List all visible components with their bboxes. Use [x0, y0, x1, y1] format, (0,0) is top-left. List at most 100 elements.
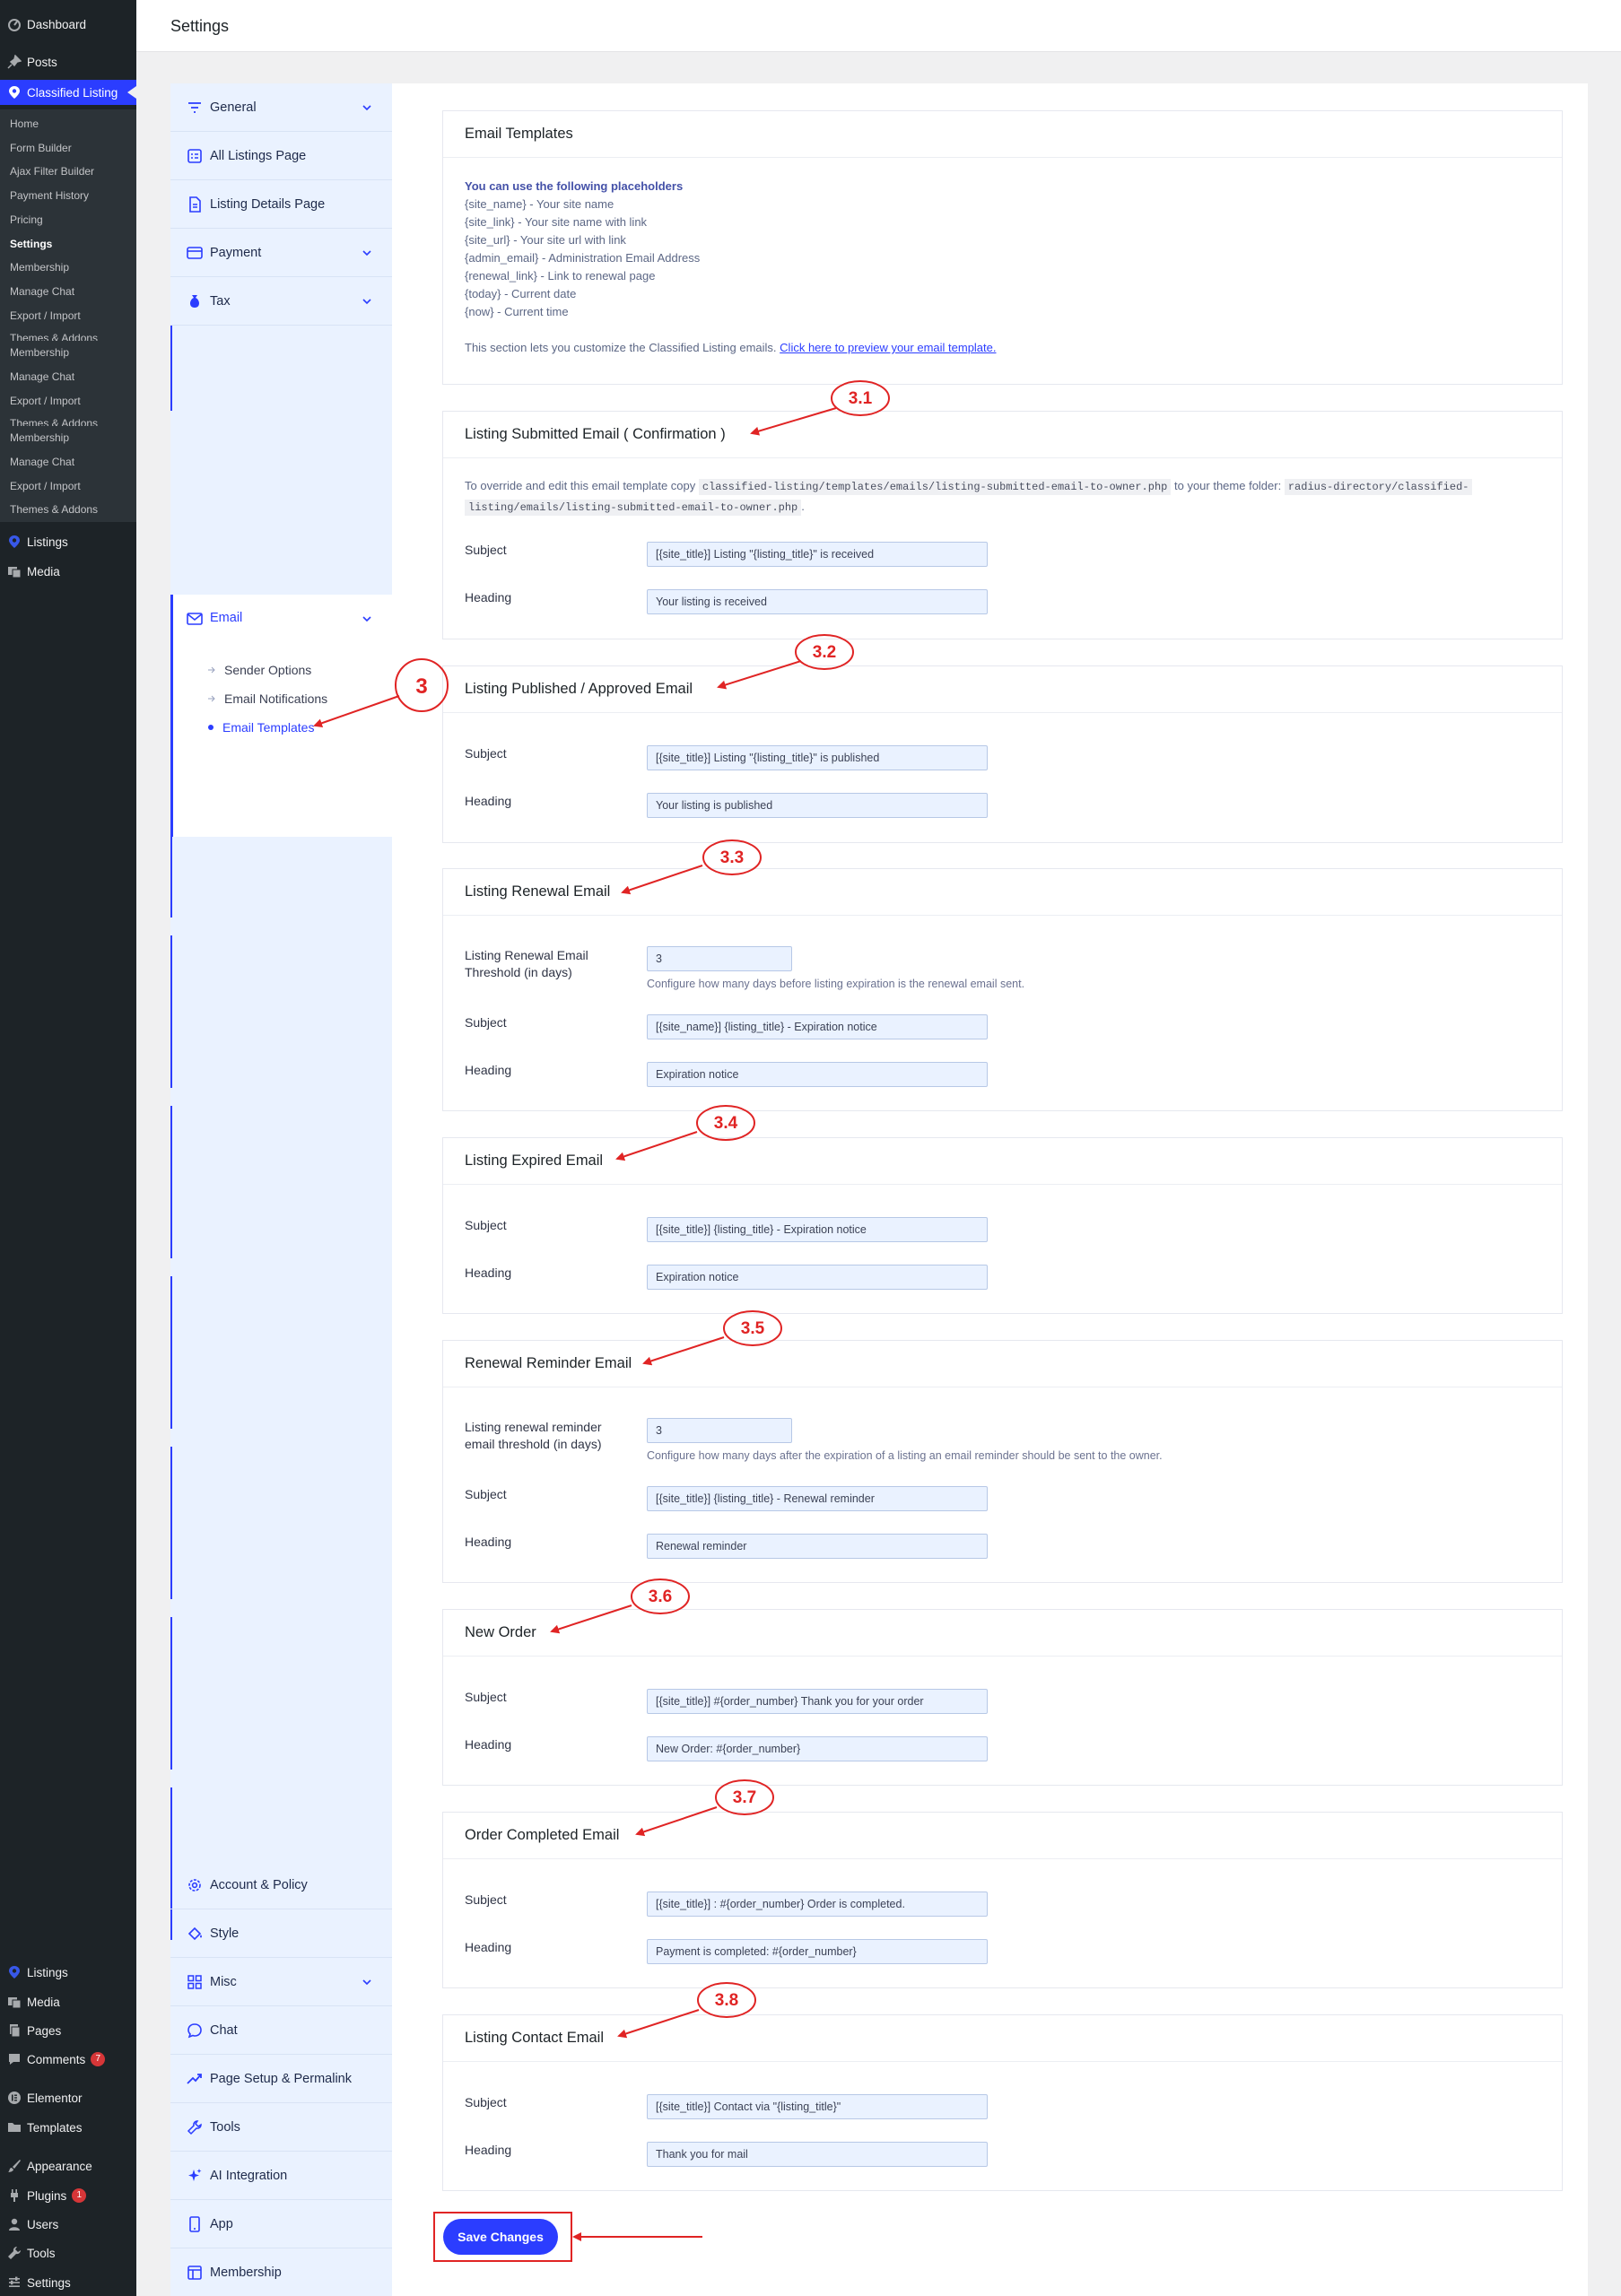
wp-admin-sidebar: Dashboard Posts Classified Listing Home …: [0, 0, 136, 2296]
save-changes-button[interactable]: Save Changes: [443, 2219, 558, 2255]
wp-menu-listings[interactable]: Listings: [0, 533, 136, 551]
wp-submenu-export-import[interactable]: Export / Import: [0, 309, 136, 322]
settings-nav-label: General: [210, 100, 257, 115]
brush-icon: [8, 2160, 21, 2172]
wp-submenu-payment-history[interactable]: Payment History: [0, 189, 136, 202]
heading-input[interactable]: Your listing is published: [647, 793, 988, 818]
email-sub-templates[interactable]: Email Templates: [208, 720, 314, 735]
heading-input[interactable]: Thank you for mail: [647, 2142, 988, 2167]
active-dot: [208, 725, 214, 730]
subject-input[interactable]: [{site_title}] Contact via "{listing_tit…: [647, 2094, 988, 2119]
nav-divider-line: [170, 935, 172, 1088]
settings-nav-label: Tax: [210, 293, 231, 309]
wp-submenu-settings[interactable]: Settings: [0, 238, 136, 250]
wp-submenu-manage-chat[interactable]: Manage Chat: [0, 285, 136, 298]
threshold-label: Listing renewal reminder email threshold…: [465, 1419, 602, 1453]
wp-submenu-themes-addons[interactable]: Themes & Addons: [0, 417, 136, 426]
heading-input[interactable]: Payment is completed: #{order_number}: [647, 1939, 988, 1964]
theme-path: radius-directory/classified-: [1284, 479, 1473, 495]
settings-nav-membership[interactable]: Membership: [170, 2248, 392, 2296]
wp-submenu-manage-chat[interactable]: Manage Chat: [0, 370, 136, 383]
subject-input[interactable]: [{site_title}] Listing "{listing_title}"…: [647, 542, 988, 567]
settings-nav-all-listings[interactable]: All Listings Page: [170, 132, 392, 180]
wp-menu-listings-bottom[interactable]: Listings: [0, 1963, 136, 1981]
heading-input[interactable]: Expiration notice: [647, 1265, 988, 1290]
settings-nav-listing-details[interactable]: Listing Details Page: [170, 180, 392, 229]
placeholders-heading: You can use the following placeholders: [465, 179, 684, 193]
wp-menu-elementor[interactable]: Elementor: [0, 2089, 136, 2107]
subject-label: Subject: [465, 746, 507, 761]
wp-menu-comments[interactable]: Comments 7: [0, 2050, 136, 2068]
phone-icon: [189, 2215, 200, 2232]
wp-submenu-export-import[interactable]: Export / Import: [0, 480, 136, 492]
wp-submenu-membership[interactable]: Membership: [0, 431, 136, 444]
threshold-input[interactable]: 3: [647, 946, 792, 971]
wp-menu-posts[interactable]: Posts: [0, 53, 136, 71]
wp-menu-label: Tools: [27, 2246, 56, 2260]
override-text: To override and edit this email template…: [465, 479, 696, 492]
wp-submenu-home[interactable]: Home: [0, 117, 136, 130]
wp-submenu-pricing[interactable]: Pricing: [0, 213, 136, 226]
subject-input[interactable]: [{site_title}] {listing_title} - Expirat…: [647, 1217, 988, 1242]
email-sub-sender-options[interactable]: Sender Options: [208, 663, 311, 677]
subject-input[interactable]: [{site_title}] #{order_number} Thank you…: [647, 1689, 988, 1714]
settings-nav-payment[interactable]: Payment: [170, 229, 392, 277]
pages-icon: [10, 2024, 21, 2038]
intro-text: This section lets you customize the Clas…: [465, 341, 777, 354]
wp-menu-media[interactable]: Media: [0, 562, 136, 580]
threshold-input[interactable]: 3: [647, 1418, 792, 1443]
wp-submenu-themes-addons[interactable]: Themes & Addons: [0, 503, 136, 516]
settings-nav-tools[interactable]: Tools: [170, 2103, 392, 2152]
wp-menu-tools[interactable]: Tools: [0, 2244, 136, 2262]
subject-input[interactable]: [{site_title}] {listing_title} - Renewal…: [647, 1486, 988, 1511]
settings-nav-tax[interactable]: Tax: [170, 277, 392, 326]
wp-submenu-manage-chat[interactable]: Manage Chat: [0, 456, 136, 468]
wp-menu-templates[interactable]: Templates: [0, 2118, 136, 2136]
wp-menu-pages[interactable]: Pages: [0, 2022, 136, 2039]
settings-nav-general[interactable]: General: [170, 83, 392, 132]
wp-submenu-membership[interactable]: Membership: [0, 346, 136, 359]
settings-nav-page-setup[interactable]: Page Setup & Permalink: [170, 2055, 392, 2103]
wp-menu-media-bottom[interactable]: Media: [0, 1993, 136, 2011]
heading-input[interactable]: New Order: #{order_number}: [647, 1736, 988, 1761]
settings-nav-email[interactable]: Email: [170, 595, 392, 837]
comments-count-badge: 7: [91, 2052, 106, 2066]
settings-nav-app[interactable]: App: [170, 2200, 392, 2248]
wp-menu-dashboard[interactable]: Dashboard: [0, 15, 136, 33]
wp-menu-settings[interactable]: Settings: [0, 2274, 136, 2292]
subject-input[interactable]: [{site_name}] {listing_title} - Expirati…: [647, 1014, 988, 1039]
section-listing-renewal: Listing Renewal Email Listing Renewal Em…: [442, 868, 1563, 1111]
wp-submenu-form-builder[interactable]: Form Builder: [0, 142, 136, 154]
wp-menu-appearance[interactable]: Appearance: [0, 2157, 136, 2175]
subject-input[interactable]: [{site_title}] : #{order_number} Order i…: [647, 1892, 988, 1917]
placeholder-item: {site_link} - Your site name with link: [465, 215, 648, 229]
wp-submenu-ajax-filter[interactable]: Ajax Filter Builder: [0, 165, 136, 178]
heading-input[interactable]: Renewal reminder: [647, 1534, 988, 1559]
wp-menu-classified-listing[interactable]: Classified Listing: [0, 80, 136, 105]
heading-input[interactable]: Your listing is received: [647, 589, 988, 614]
settings-nav-account-policy[interactable]: Account & Policy: [170, 1861, 392, 1909]
subject-input[interactable]: [{site_title}] Listing "{listing_title}"…: [647, 745, 988, 770]
settings-nav-style[interactable]: Style: [170, 1909, 392, 1958]
heading-input[interactable]: Expiration notice: [647, 1062, 988, 1087]
wp-submenu-membership[interactable]: Membership: [0, 261, 136, 274]
placeholder-item: {today} - Current date: [465, 287, 577, 300]
wp-menu-label: Listings: [27, 1965, 68, 1979]
section-new-order: New Order Subject [{site_title}] #{order…: [442, 1609, 1563, 1786]
wp-submenu-themes-addons[interactable]: Themes & Addons: [0, 332, 136, 341]
media-icon: [8, 1997, 22, 2009]
threshold-description: Configure how many days after the expira…: [647, 1449, 1163, 1462]
plug-icon: [11, 2189, 18, 2202]
wp-menu-plugins[interactable]: Plugins 1: [0, 2187, 136, 2205]
settings-nav-ai-integration[interactable]: AI Integration: [170, 2152, 392, 2200]
settings-nav-chat[interactable]: Chat: [170, 2006, 392, 2055]
comments-icon: [9, 2054, 20, 2065]
preview-template-link[interactable]: Click here to preview your email templat…: [780, 341, 996, 354]
template-path: classified-listing/templates/emails/list…: [698, 479, 1172, 495]
settings-nav-misc[interactable]: Misc: [170, 1958, 392, 2006]
elementor-icon: [8, 2092, 21, 2104]
chevron-down-icon: [362, 105, 371, 111]
wp-menu-users[interactable]: Users: [0, 2215, 136, 2233]
wp-submenu-export-import[interactable]: Export / Import: [0, 395, 136, 407]
email-sub-notifications[interactable]: Email Notifications: [208, 691, 327, 706]
